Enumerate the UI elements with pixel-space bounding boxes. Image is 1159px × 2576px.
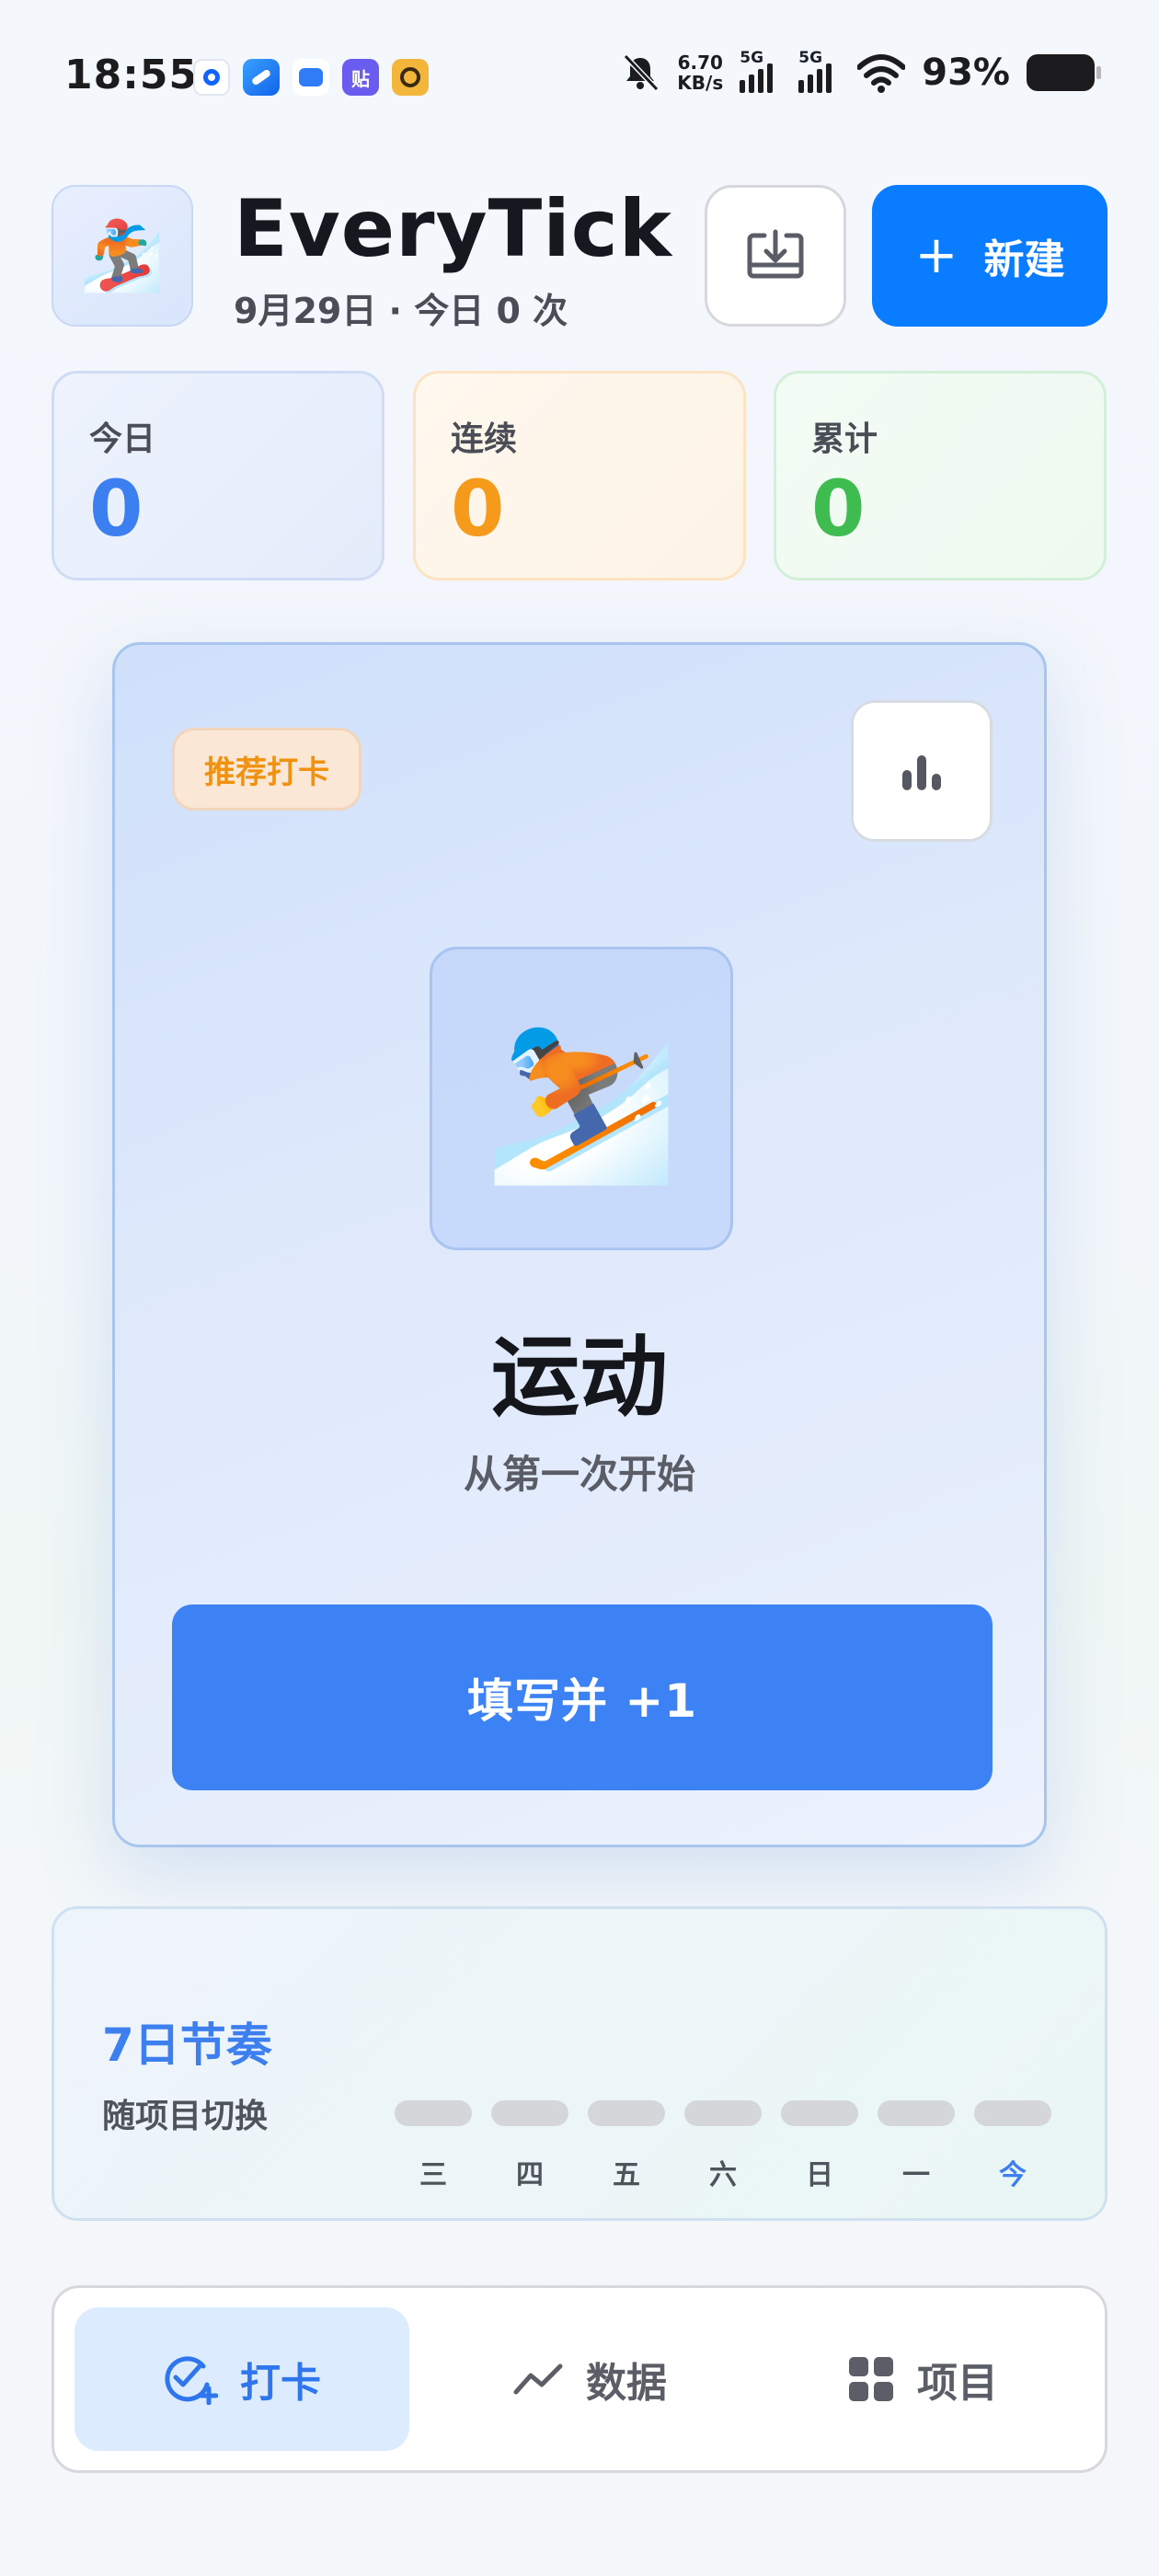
tieba-notification-icon: 贴	[342, 59, 379, 96]
day-label: 日	[806, 2159, 833, 2191]
project-stats-button[interactable]	[851, 700, 993, 842]
day-label: 六	[709, 2159, 737, 2191]
stat-card-total: 累计 0	[774, 371, 1107, 581]
export-button[interactable]	[705, 185, 846, 327]
plus-icon: +	[914, 225, 958, 285]
battery-percent: 93%	[922, 52, 1010, 94]
stat-card-today: 今日 0	[52, 371, 384, 581]
tab-checkin[interactable]: 打卡	[75, 2307, 409, 2451]
recommended-badge: 推荐打卡	[172, 728, 361, 811]
stat-label: 累计	[811, 420, 878, 458]
tab-data[interactable]: 数据	[422, 2307, 757, 2451]
day-label: 四	[516, 2159, 544, 2191]
recommended-project-card[interactable]: 推荐打卡 ⛷️ 运动 从第一次开始 填写并 +1	[112, 642, 1047, 1847]
project-name: 运动	[491, 1326, 668, 1429]
day-bar	[974, 2100, 1051, 2126]
stat-value: 0	[89, 464, 143, 554]
day-bar	[781, 2100, 858, 2126]
day-item: 日	[781, 2100, 858, 2192]
day-strip: 三 四 五 六 日 一 今	[395, 2100, 1051, 2192]
new-project-button[interactable]: + 新建	[872, 185, 1107, 327]
day-bar	[684, 2100, 762, 2126]
app-notification-icon	[193, 59, 230, 96]
battery-icon	[1027, 54, 1101, 91]
app-title: EveryTick	[234, 183, 672, 275]
stat-label: 今日	[89, 420, 156, 458]
tab-projects[interactable]: 项目	[755, 2307, 1090, 2451]
network-speed: 6.70 KB/s	[677, 52, 724, 94]
wifi-icon	[857, 54, 906, 93]
day-item-today: 今	[974, 2100, 1051, 2192]
day-label: 三	[419, 2159, 447, 2191]
day-label: 今	[999, 2159, 1027, 2191]
day-bar	[588, 2100, 665, 2126]
signal-1-icon: 5G	[740, 49, 782, 93]
app-header: 🏂 EveryTick 9月29日 · 今日 0 次 + 新建	[0, 179, 1159, 331]
day-item: 一	[878, 2100, 955, 2192]
day-label: 五	[613, 2159, 640, 2191]
fill-and-checkin-button[interactable]: 填写并 +1	[172, 1604, 993, 1790]
bottom-nav: 打卡 数据 项目	[52, 2285, 1107, 2473]
date-summary: 9月29日 · 今日 0 次	[234, 291, 568, 331]
tab-checkin-label: 打卡	[240, 2360, 321, 2407]
day-bar	[491, 2100, 568, 2126]
rhythm-subtitle: 随项目切换	[102, 2098, 269, 2135]
browser-notification-icon	[243, 59, 280, 96]
tab-data-label: 数据	[586, 2360, 667, 2407]
rhythm-title: 7日节奏	[102, 2018, 272, 2072]
status-time: 18:55	[64, 52, 199, 98]
status-bar: 18:55 贴 6.70 KB/s 5G 5G 93%	[0, 0, 1159, 156]
chat-notification-icon	[293, 59, 329, 96]
download-tray-icon	[747, 229, 804, 279]
stat-value: 0	[811, 464, 866, 554]
check-plus-icon	[165, 2356, 218, 2405]
app-logo: 🏂	[52, 185, 193, 327]
stat-value: 0	[451, 464, 505, 554]
project-emoji-icon: ⛷️	[430, 947, 733, 1250]
day-item: 五	[588, 2100, 665, 2192]
notification-icons: 贴	[193, 59, 429, 96]
stat-card-streak: 连续 0	[413, 371, 746, 581]
trend-line-icon	[513, 2363, 563, 2395]
day-label: 一	[902, 2159, 930, 2191]
stat-label: 连续	[451, 420, 518, 458]
grid-icon	[849, 2357, 893, 2401]
day-item: 四	[491, 2100, 568, 2192]
tab-projects-label: 项目	[917, 2360, 998, 2407]
signal-2-icon: 5G	[798, 49, 841, 93]
seven-day-rhythm-card: 7日节奏 随项目切换 三 四 五 六 日 一 今	[52, 1906, 1107, 2221]
day-item: 三	[395, 2100, 472, 2192]
day-bar	[395, 2100, 472, 2126]
bar-chart-icon	[902, 755, 941, 790]
day-item: 六	[684, 2100, 762, 2192]
new-button-label: 新建	[983, 236, 1065, 283]
project-hint: 从第一次开始	[463, 1452, 695, 1497]
mute-bell-icon	[624, 53, 660, 92]
target-notification-icon	[392, 59, 429, 96]
day-bar	[878, 2100, 955, 2126]
